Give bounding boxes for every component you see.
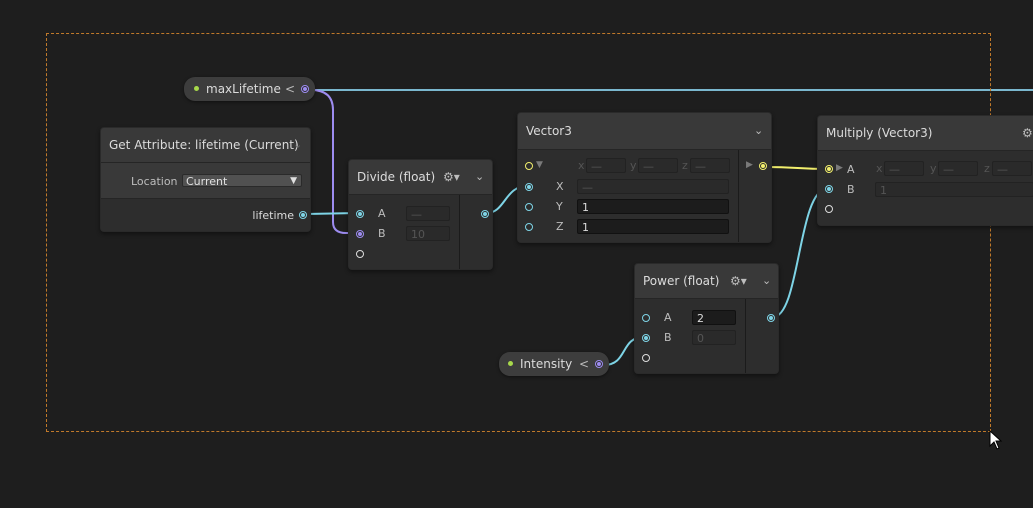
compact-z-label: z bbox=[984, 162, 990, 175]
property-maxlifetime[interactable]: maxLifetime < bbox=[184, 77, 315, 101]
node-multiply[interactable]: Multiply (Vector3) ⚙ ▶ A x — y — z — B 1 bbox=[817, 115, 1033, 226]
flow-input-port[interactable] bbox=[642, 354, 650, 362]
input-label-a: A bbox=[378, 207, 386, 220]
output-port[interactable] bbox=[767, 314, 775, 322]
exposed-dot-icon bbox=[508, 361, 513, 366]
input-port-a[interactable] bbox=[356, 210, 364, 218]
collapse-chevron-icon[interactable]: < bbox=[285, 77, 295, 101]
node-body: lifetime bbox=[101, 199, 310, 231]
mouse-cursor-icon bbox=[989, 430, 1003, 450]
chevron-down-icon[interactable]: ⌄ bbox=[754, 124, 763, 137]
node-vector3[interactable]: Vector3 ⌄ ▼ x — y — z — X — Y 1 Z 1 ▶ bbox=[517, 112, 772, 243]
compact-z-field[interactable]: — bbox=[992, 161, 1032, 176]
input-port-x[interactable] bbox=[525, 183, 533, 191]
output-port[interactable] bbox=[481, 210, 489, 218]
input-port-b[interactable] bbox=[825, 185, 833, 193]
property-output-port[interactable] bbox=[595, 360, 603, 368]
node-title: Multiply (Vector3) bbox=[826, 126, 933, 140]
compact-x-field[interactable]: — bbox=[884, 161, 924, 176]
input-port-a[interactable] bbox=[825, 165, 833, 173]
chevron-down-icon[interactable]: ⌄ bbox=[762, 274, 771, 287]
compact-y-field[interactable]: — bbox=[638, 158, 678, 173]
node-body: A — B 10 bbox=[349, 195, 492, 269]
input-port-y[interactable] bbox=[525, 203, 533, 211]
input-label-x: X bbox=[556, 180, 564, 193]
node-title: Power (float) bbox=[643, 274, 720, 288]
settings-area: Location Current ▼ bbox=[101, 163, 310, 199]
expand-triangle-icon[interactable]: ▼ bbox=[536, 160, 543, 170]
input-field-y[interactable]: 1 bbox=[577, 199, 729, 214]
gear-icon[interactable]: ⚙▾ bbox=[730, 274, 747, 288]
input-field-b[interactable]: 10 bbox=[406, 226, 450, 241]
input-label-z: Z bbox=[556, 220, 564, 233]
location-value: Current bbox=[186, 175, 228, 188]
compact-x-field[interactable]: — bbox=[586, 158, 626, 173]
input-label-a: A bbox=[664, 311, 672, 324]
input-port-z[interactable] bbox=[525, 223, 533, 231]
output-column bbox=[459, 195, 492, 269]
gear-icon[interactable]: ⚙ bbox=[1022, 126, 1033, 140]
node-title: Vector3 bbox=[526, 124, 572, 138]
input-label-b: B bbox=[847, 183, 855, 196]
input-port-a[interactable] bbox=[642, 314, 650, 322]
compact-z-label: z bbox=[682, 159, 688, 172]
compact-x-label: x bbox=[578, 159, 585, 172]
node-title-bar[interactable]: Multiply (Vector3) bbox=[818, 116, 1033, 151]
input-port-b[interactable] bbox=[642, 334, 650, 342]
node-power[interactable]: Power (float) ⚙▾ ⌄ A 2 B 0 bbox=[634, 263, 779, 374]
flow-input-port[interactable] bbox=[356, 250, 364, 258]
node-body: A 2 B 0 bbox=[635, 299, 778, 373]
output-expand-triangle-icon[interactable]: ▶ bbox=[746, 160, 753, 170]
node-title: Get Attribute: lifetime (Current) bbox=[109, 138, 299, 152]
compact-z-field[interactable]: — bbox=[690, 158, 730, 173]
node-title-bar[interactable]: Power (float) bbox=[635, 264, 778, 299]
input-label-b: B bbox=[664, 331, 672, 344]
input-port-b[interactable] bbox=[356, 230, 364, 238]
property-output-port[interactable] bbox=[301, 85, 309, 93]
vector-input-port[interactable] bbox=[525, 162, 533, 170]
input-field-z[interactable]: 1 bbox=[577, 219, 729, 234]
input-field-a[interactable]: 2 bbox=[692, 310, 736, 325]
property-intensity[interactable]: Intensity < bbox=[499, 352, 609, 376]
node-body: ▼ x — y — z — X — Y 1 Z 1 ▶ bbox=[518, 150, 771, 242]
compact-y-label: y bbox=[930, 162, 937, 175]
node-body: ▶ A x — y — z — B 1 bbox=[818, 151, 1033, 225]
compact-x-label: x bbox=[876, 162, 883, 175]
chevron-down-icon[interactable]: ⌄ bbox=[475, 170, 484, 183]
output-label: lifetime bbox=[252, 209, 294, 222]
input-label-b: B bbox=[378, 227, 386, 240]
input-label-y: Y bbox=[556, 200, 563, 213]
node-title-bar[interactable]: Get Attribute: lifetime (Current) bbox=[101, 128, 310, 163]
gear-icon[interactable]: ⚙▾ bbox=[443, 170, 460, 184]
compact-y-field[interactable]: — bbox=[938, 161, 978, 176]
node-title-bar[interactable]: Divide (float) bbox=[349, 160, 492, 195]
flow-input-port[interactable] bbox=[825, 205, 833, 213]
node-title-bar[interactable]: Vector3 bbox=[518, 113, 771, 150]
lifetime-output-port[interactable] bbox=[299, 211, 307, 219]
input-field-b[interactable]: 0 bbox=[692, 330, 736, 345]
input-label-a: A bbox=[847, 163, 855, 176]
node-title: Divide (float) bbox=[357, 170, 436, 184]
chevron-down-icon[interactable]: ⌄ bbox=[293, 138, 302, 151]
location-label: Location bbox=[131, 175, 178, 188]
collapse-chevron-icon[interactable]: < bbox=[579, 352, 589, 376]
input-field-b[interactable]: 1 bbox=[875, 182, 1033, 197]
compact-y-label: y bbox=[630, 159, 637, 172]
dropdown-arrow-icon: ▼ bbox=[290, 176, 297, 186]
output-column: ▶ bbox=[738, 150, 771, 242]
exposed-dot-icon bbox=[194, 86, 199, 91]
output-column bbox=[745, 299, 778, 373]
property-label: maxLifetime bbox=[206, 82, 281, 96]
node-get-attribute[interactable]: Get Attribute: lifetime (Current) ⌄ Loca… bbox=[100, 127, 311, 232]
property-label: Intensity bbox=[520, 357, 573, 371]
location-dropdown[interactable]: Current ▼ bbox=[182, 174, 302, 188]
node-divide[interactable]: Divide (float) ⚙▾ ⌄ A — B 10 bbox=[348, 159, 493, 270]
input-field-x[interactable]: — bbox=[577, 179, 729, 194]
input-field-a[interactable]: — bbox=[406, 206, 450, 221]
expand-triangle-icon[interactable]: ▶ bbox=[836, 163, 843, 173]
output-port[interactable] bbox=[759, 162, 767, 170]
